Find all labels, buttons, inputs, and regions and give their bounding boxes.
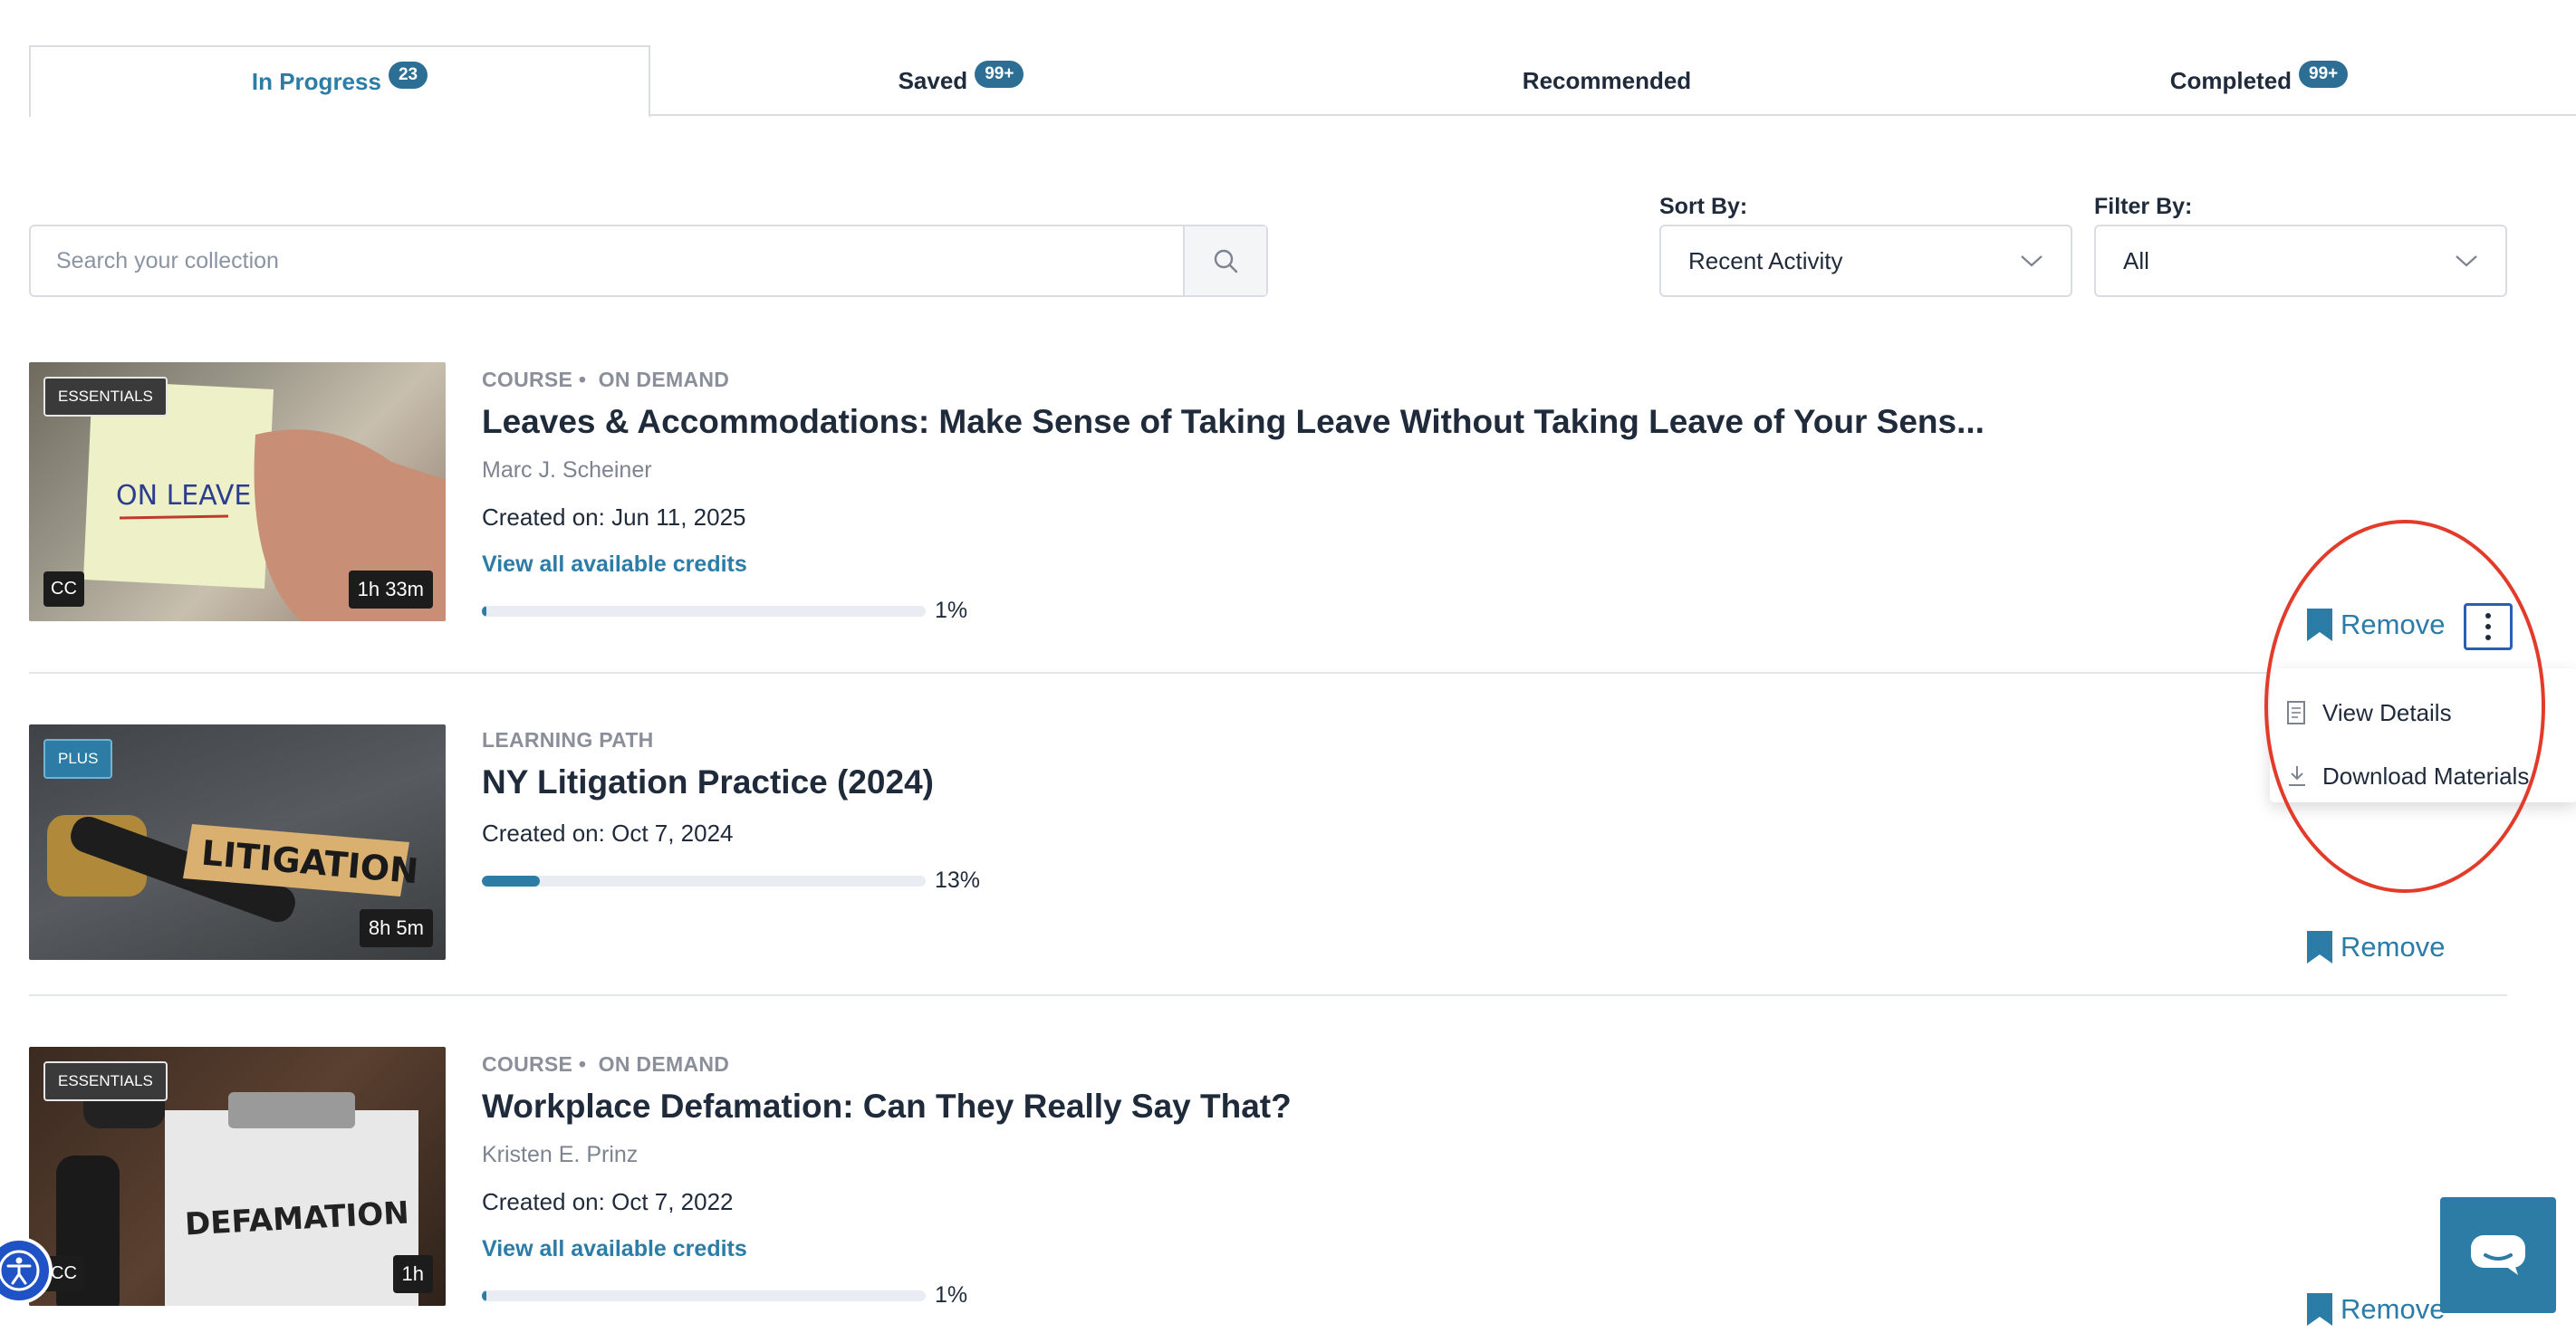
- view-credits-link[interactable]: View all available credits: [482, 551, 1985, 578]
- item-type: LEARNING PATH: [482, 728, 654, 752]
- search-input[interactable]: [31, 226, 1183, 295]
- tier-badge: ESSENTIALS: [43, 377, 168, 417]
- list-item: DEFAMATION ESSENTIALS CC 1h COURSE • ON …: [29, 1047, 2507, 1333]
- kebab-dot: [2485, 635, 2491, 640]
- remove-button[interactable]: Remove: [2304, 607, 2445, 643]
- tab-count-badge: 23: [388, 62, 428, 89]
- duration-label: 1h 33m: [348, 571, 433, 609]
- item-author: Marc J. Scheiner: [482, 457, 652, 483]
- bookmark-icon: [2307, 931, 2332, 964]
- item-meta: COURSE • ON DEMAND Workplace Defamation:…: [482, 1052, 1292, 1309]
- divider: [29, 994, 2507, 996]
- progress-fill: [482, 1290, 486, 1301]
- progress: 1%: [482, 1282, 1292, 1309]
- created-date: Created on: Oct 7, 2024: [482, 820, 734, 847]
- duration-label: 1h: [392, 1255, 433, 1293]
- closed-captions-badge: CC: [43, 571, 84, 607]
- progress-fill: [482, 605, 486, 617]
- tab-recommended[interactable]: Recommended: [1272, 45, 1942, 116]
- search-button[interactable]: [1183, 226, 1266, 295]
- item-title[interactable]: Leaves & Accommodations: Make Sense of T…: [482, 403, 1985, 441]
- accessibility-icon: [0, 1250, 40, 1291]
- tab-completed[interactable]: Completed 99+: [1942, 45, 2576, 116]
- item-title[interactable]: NY Litigation Practice (2024): [482, 763, 980, 801]
- menu-item-label: Download Materials: [2322, 762, 2530, 790]
- document-icon: [2286, 700, 2322, 725]
- filter-value: All: [2123, 246, 2149, 274]
- tier-badge: ESSENTIALS: [43, 1061, 168, 1101]
- chevron-down-icon: [2456, 255, 2477, 267]
- created-date: Created on: Jun 11, 2025: [482, 503, 746, 531]
- list-item: ON LEAVE ESSENTIALS CC 1h 33m COURSE • O…: [29, 362, 2507, 661]
- sort-select[interactable]: Recent Activity: [1659, 225, 2072, 297]
- tab-label: Saved: [898, 66, 968, 94]
- tab-label: In Progress: [251, 67, 381, 95]
- remove-label: Remove: [2341, 609, 2446, 640]
- progress-percent: 1%: [935, 598, 968, 623]
- type-label: COURSE •: [482, 368, 587, 391]
- tab-count-badge: 99+: [975, 61, 1024, 88]
- kebab-dot: [2485, 624, 2491, 629]
- sort-label: Sort By:: [1659, 194, 1748, 219]
- bookmark-icon: [2307, 609, 2332, 641]
- course-thumbnail[interactable]: ON LEAVE ESSENTIALS CC 1h 33m: [29, 362, 446, 621]
- tab-in-progress[interactable]: In Progress 23: [29, 45, 650, 118]
- progress-bar: [482, 875, 926, 887]
- sort-value: Recent Activity: [1688, 246, 1843, 274]
- remove-label: Remove: [2341, 1293, 2446, 1325]
- kebab-dot: [2485, 613, 2491, 619]
- item-type: COURSE • ON DEMAND: [482, 1052, 1292, 1077]
- course-thumbnail[interactable]: DEFAMATION ESSENTIALS CC 1h: [29, 1047, 446, 1306]
- bookmark-icon: [2307, 1293, 2332, 1326]
- filter-select[interactable]: All: [2094, 225, 2507, 297]
- remove-button[interactable]: Remove: [2304, 929, 2445, 965]
- menu-item-view-details[interactable]: View Details: [2270, 681, 2576, 744]
- search-box: [29, 225, 1268, 297]
- menu-item-download-materials[interactable]: Download Materials: [2270, 744, 2576, 808]
- download-icon: [2286, 764, 2322, 788]
- progress-fill: [482, 875, 540, 887]
- tab-label: Recommended: [1522, 66, 1692, 94]
- view-credits-link[interactable]: View all available credits: [482, 1236, 1292, 1262]
- search-icon: [1214, 249, 1238, 273]
- filter-label: Filter By:: [2094, 194, 2193, 219]
- item-type: COURSE • ON DEMAND: [482, 368, 1985, 392]
- tab-bar: In Progress 23 Saved 99+ Recommended Com…: [29, 45, 2576, 118]
- format-label: ON DEMAND: [598, 1052, 730, 1076]
- item-author: Kristen E. Prinz: [482, 1142, 639, 1167]
- item-meta: COURSE • ON DEMAND Leaves & Accommodatio…: [482, 368, 1985, 624]
- created-date: Created on: Oct 7, 2022: [482, 1188, 734, 1215]
- tab-label: Completed: [2169, 66, 2292, 94]
- format-label: ON DEMAND: [598, 368, 730, 391]
- chat-button[interactable]: [2440, 1197, 2556, 1313]
- progress: 13%: [482, 868, 980, 894]
- remove-label: Remove: [2341, 931, 2446, 963]
- progress-bar: [482, 605, 926, 617]
- divider: [29, 672, 2507, 674]
- list-item: LITIGATION PLUS 8h 5m LEARNING PATH NY L…: [29, 724, 2507, 996]
- menu-item-label: View Details: [2322, 698, 2452, 726]
- chevron-down-icon: [2021, 255, 2043, 267]
- progress-percent: 13%: [935, 868, 981, 893]
- item-title[interactable]: Workplace Defamation: Can They Really Sa…: [482, 1088, 1292, 1126]
- tier-badge: PLUS: [43, 739, 113, 779]
- tab-saved[interactable]: Saved 99+: [650, 45, 1272, 116]
- thumbnail-text: ON LEAVE: [116, 480, 252, 512]
- chat-icon: [2471, 1235, 2525, 1275]
- course-thumbnail[interactable]: LITIGATION PLUS 8h 5m: [29, 724, 446, 960]
- duration-label: 8h 5m: [359, 909, 433, 947]
- progress: 1%: [482, 598, 1985, 624]
- progress-bar: [482, 1290, 926, 1301]
- item-meta: LEARNING PATH NY Litigation Practice (20…: [482, 728, 980, 894]
- more-options-button[interactable]: [2464, 603, 2513, 650]
- type-label: COURSE •: [482, 1052, 587, 1076]
- progress-percent: 1%: [935, 1282, 968, 1308]
- remove-button[interactable]: Remove: [2304, 1291, 2445, 1328]
- tab-count-badge: 99+: [2299, 61, 2349, 88]
- context-menu: View Details Download Materials: [2270, 668, 2576, 802]
